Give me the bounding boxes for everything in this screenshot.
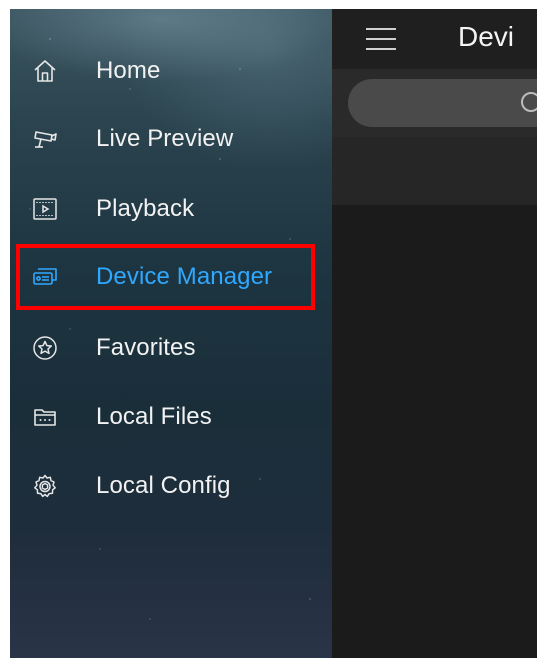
star-icon [32, 335, 58, 361]
main-panel: Devi [332, 9, 537, 658]
device-list [332, 205, 537, 658]
sidebar-item-label: Device Manager [96, 263, 273, 290]
sidebar-item-favorites[interactable]: Favorites [10, 319, 332, 377]
app-screen: Home Live Preview Playback Device Manage… [10, 9, 537, 658]
search-icon[interactable] [518, 89, 537, 115]
device-icon [32, 264, 58, 290]
gear-icon [32, 473, 58, 499]
sidebar-item-local-files[interactable]: Local Files [10, 388, 332, 446]
home-icon [32, 58, 58, 84]
sidebar-item-device-manager[interactable]: Device Manager [10, 248, 332, 306]
playback-icon [32, 196, 58, 222]
sidebar-item-home[interactable]: Home [10, 42, 332, 100]
menu-icon[interactable] [366, 26, 396, 52]
camera-icon [32, 126, 58, 152]
top-app-bar: Devi [332, 9, 537, 69]
sidebar-item-playback[interactable]: Playback [10, 180, 332, 238]
device-list-header [332, 137, 537, 205]
sidebar-item-label: Playback [96, 195, 195, 222]
folder-icon [32, 404, 58, 430]
sidebar-item-label: Live Preview [96, 125, 234, 152]
sidebar-item-local-config[interactable]: Local Config [10, 457, 332, 515]
sidebar-item-label: Home [96, 57, 161, 84]
sidebar-item-live-preview[interactable]: Live Preview [10, 110, 332, 168]
sidebar-item-label: Favorites [96, 334, 196, 361]
sidebar-item-label: Local Config [96, 472, 231, 499]
page-title: Devi [458, 21, 515, 52]
search-input[interactable] [348, 79, 537, 127]
navigation-drawer: Home Live Preview Playback Device Manage… [10, 9, 332, 658]
sidebar-item-label: Local Files [96, 403, 212, 430]
search-bar [332, 69, 537, 137]
